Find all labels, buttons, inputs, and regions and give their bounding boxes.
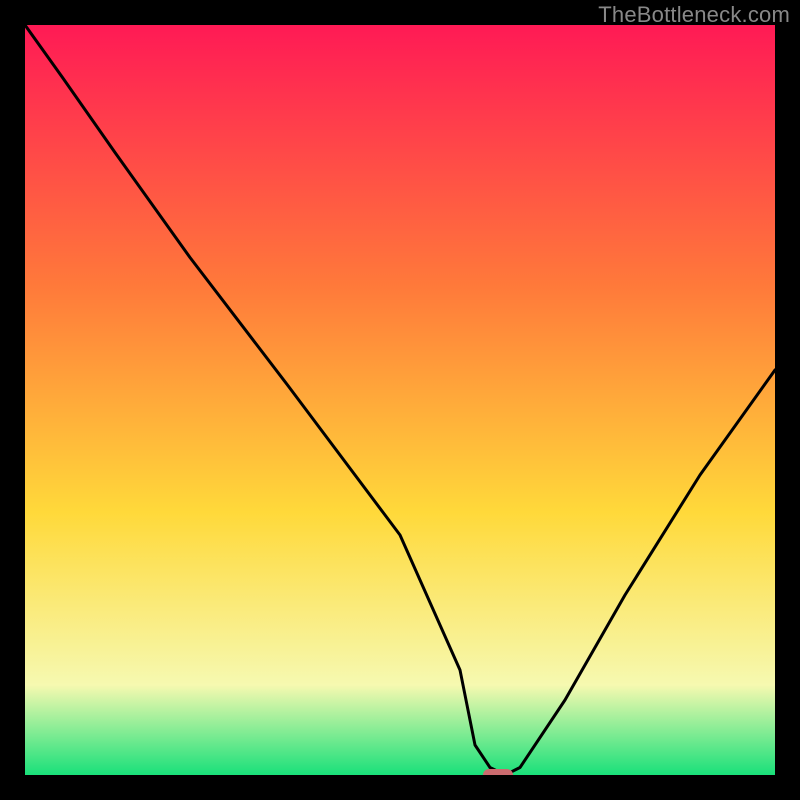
chart-frame: TheBottleneck.com: [0, 0, 800, 800]
plot-area: [25, 25, 775, 775]
bottleneck-curve: [25, 25, 775, 775]
optimal-marker: [483, 769, 513, 775]
